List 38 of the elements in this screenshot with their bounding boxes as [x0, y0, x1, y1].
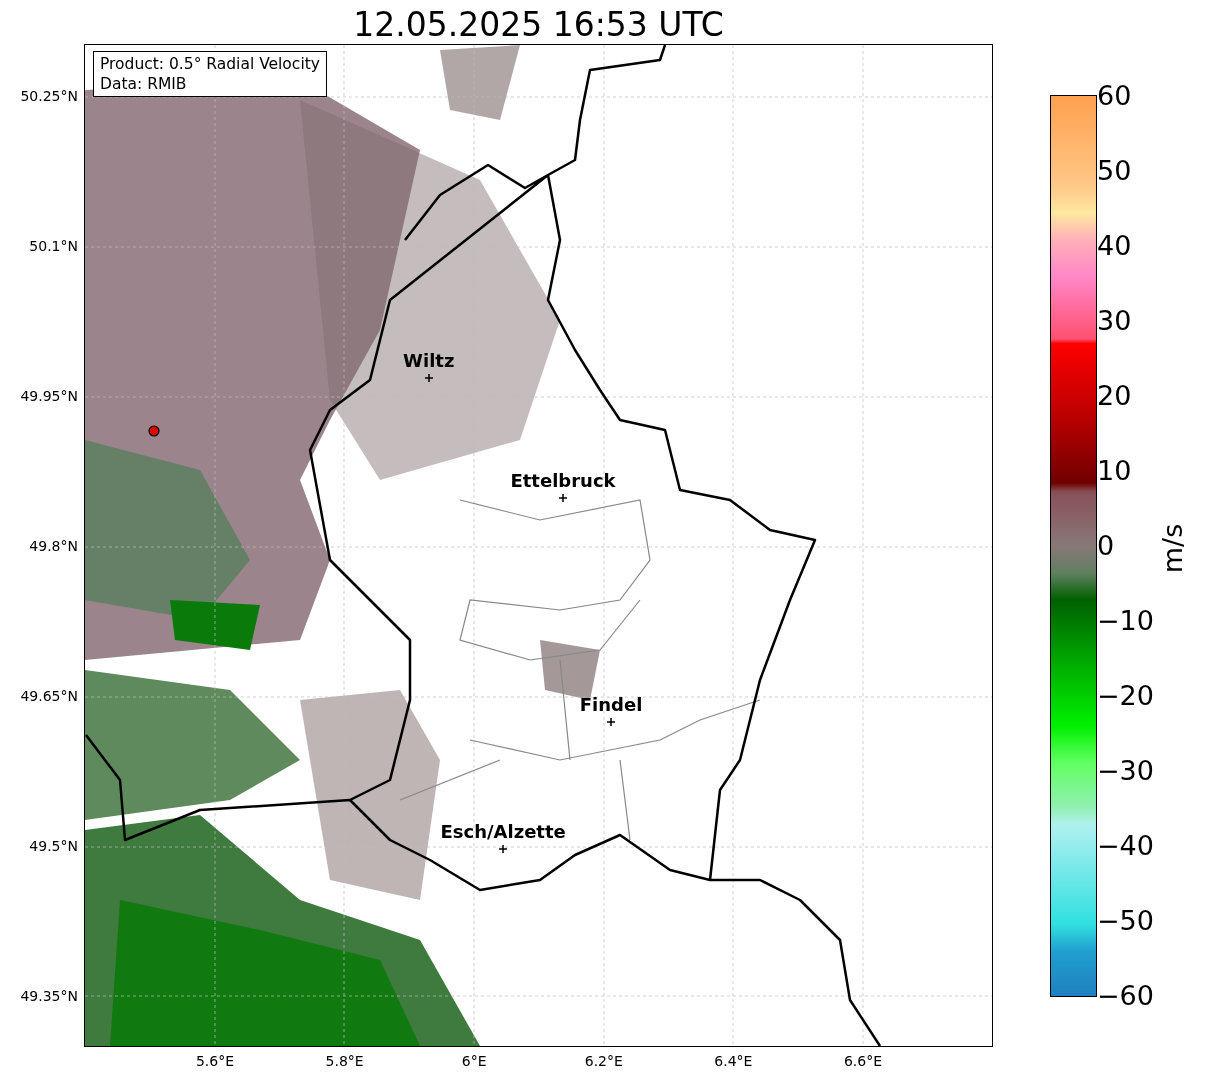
legend-text: Product: 0.5° Radial Velocity — [100, 54, 320, 74]
chart-title: 12.05.2025 16:53 UTC — [352, 4, 725, 45]
latitude-label: 49.8°N — [29, 538, 78, 554]
city-label: Wiltz — [403, 351, 455, 372]
colorbar-tick-label: 20 — [1097, 380, 1132, 412]
legend-text: Data: RMIB — [100, 74, 188, 94]
colorbar-tick-label: 60 — [1097, 80, 1132, 112]
city-marker-icon — [607, 717, 616, 726]
latitude-label: 49.65°N — [20, 688, 78, 704]
latitude-label: 50.1°N — [29, 238, 78, 254]
longitude-label: 6.6°E — [843, 1053, 883, 1069]
colorbar-tick-label: 0 — [1097, 530, 1115, 562]
longitude-label: 6°E — [461, 1053, 487, 1069]
colorbar-tick-label: 10 — [1097, 455, 1132, 487]
colorbar-label: m/s — [1157, 523, 1189, 573]
city-marker-icon — [424, 374, 433, 383]
colorbar-tick-label: −10 — [1097, 605, 1154, 637]
colorbar-tick-label: −50 — [1097, 905, 1154, 937]
longitude-label: 5.6°E — [195, 1053, 235, 1069]
city-label: Esch/Alzette — [440, 821, 566, 842]
colorbar-tick-label: 40 — [1097, 230, 1132, 262]
colorbar-tick-label: −60 — [1097, 980, 1154, 1012]
latitude-label: 50.25°N — [20, 88, 78, 104]
longitude-label: 5.8°E — [325, 1053, 364, 1069]
latitude-label: 49.5°N — [29, 838, 78, 854]
colorbar-tick-label: −40 — [1097, 830, 1154, 862]
longitude-label: 6.2°E — [584, 1053, 623, 1069]
city-label: Findel — [579, 694, 643, 715]
latitude-label: 49.95°N — [20, 388, 78, 404]
city-marker-icon — [559, 494, 567, 503]
colorbar-tick-label: −30 — [1097, 755, 1154, 787]
colorbar-tick-label: 30 — [1097, 305, 1132, 337]
city-marker-icon — [499, 844, 508, 853]
city-label: Ettelbruck — [510, 471, 616, 492]
longitude-label: 6.4°E — [714, 1053, 753, 1069]
latitude-label: 49.35°N — [20, 988, 78, 1004]
colorbar-tick-label: −20 — [1097, 680, 1154, 712]
colorbar-tick-label: 50 — [1097, 155, 1132, 187]
